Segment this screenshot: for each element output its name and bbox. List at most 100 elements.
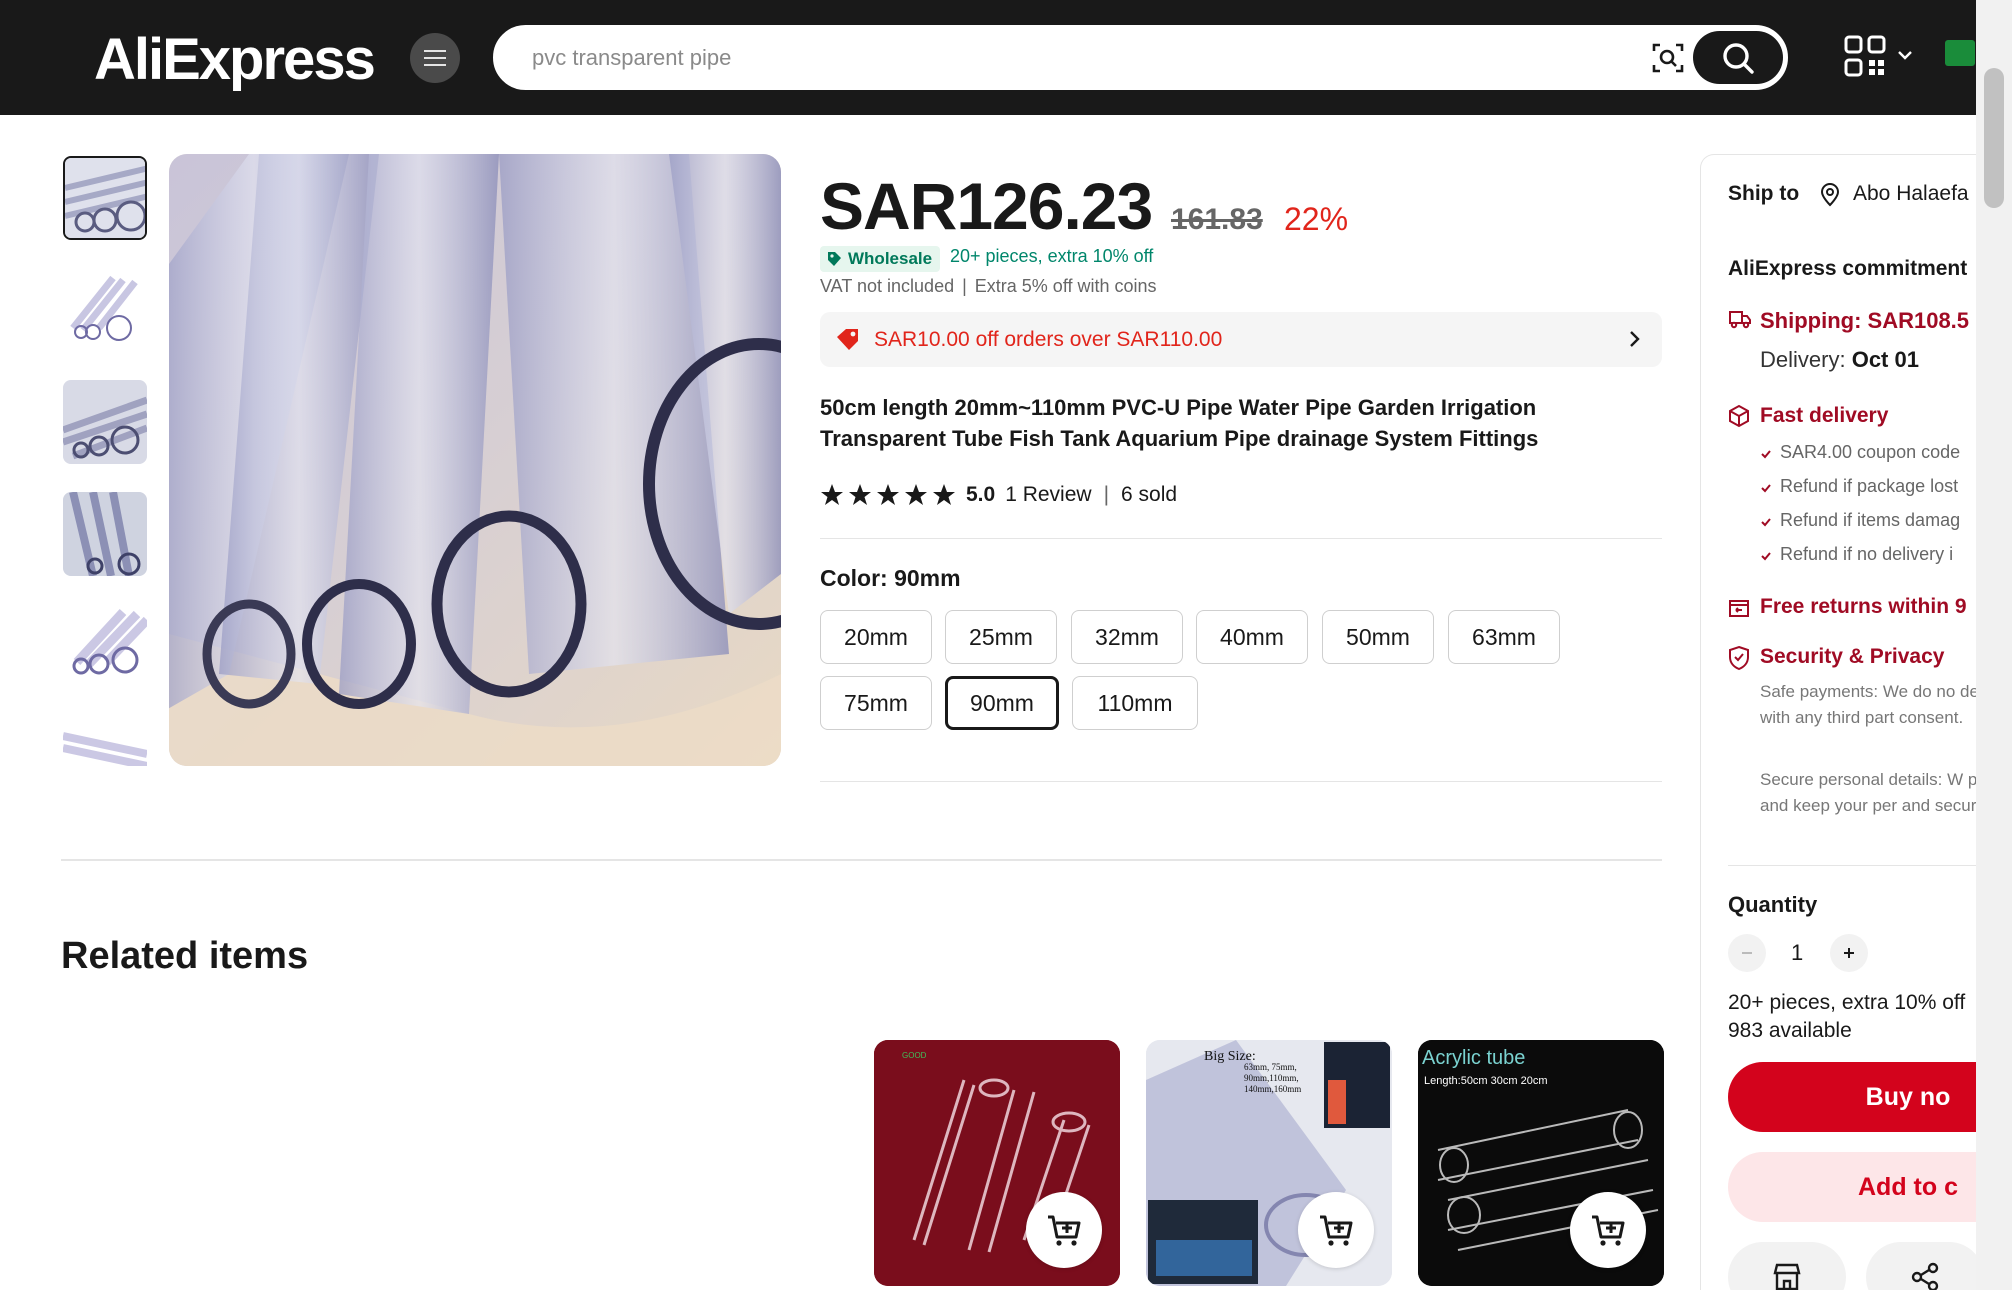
check-icon — [1761, 518, 1771, 527]
search-button[interactable] — [1693, 31, 1783, 84]
current-price: SAR126.23 — [820, 169, 1153, 243]
thumbnail-3[interactable] — [63, 380, 147, 464]
plus-icon — [1844, 948, 1854, 958]
share-icon — [1911, 1262, 1939, 1290]
star-icon — [821, 484, 843, 505]
related-card-1[interactable]: GOOD — [874, 1040, 1120, 1286]
thumbnail-4[interactable] — [63, 492, 147, 576]
sku-option-110mm[interactable]: 110mm — [1072, 676, 1198, 730]
top-header: AliExpress — [0, 0, 2012, 115]
location-pin-icon[interactable] — [1819, 183, 1841, 207]
star-icon — [933, 484, 955, 505]
color-label: Color: 90mm — [820, 565, 961, 591]
rating-row: 5.0 1 Review | 6 sold — [820, 480, 1177, 510]
box-icon — [1729, 404, 1749, 428]
ship-location[interactable]: Abo Halaefa — [1853, 182, 1969, 206]
vat-text: VAT not included — [820, 276, 955, 296]
search-input[interactable] — [532, 28, 1592, 87]
review-count-link[interactable]: 1 Review — [1005, 483, 1091, 507]
free-returns-title[interactable]: Free returns within 9 — [1760, 595, 1967, 619]
divider — [820, 538, 1662, 539]
star-icon — [849, 484, 871, 505]
divider — [820, 781, 1662, 782]
fast-item-text: Refund if items damag — [1780, 510, 1961, 530]
add-to-cart-button[interactable] — [1026, 1192, 1102, 1268]
fast-item-text: Refund if no delivery i — [1780, 544, 1954, 564]
check-icon — [1761, 484, 1771, 493]
delivery-date: Oct 01 — [1851, 347, 1919, 372]
coupon-tag-icon — [837, 329, 858, 350]
fast-item-text: Refund if package lost — [1780, 476, 1959, 496]
sku-option-75mm[interactable]: 75mm — [820, 676, 932, 730]
coins-text: Extra 5% off with coins — [974, 276, 1157, 296]
thumbnail-5[interactable] — [63, 604, 147, 688]
add-to-cart-button[interactable] — [1298, 1192, 1374, 1268]
product-title: 50cm length 20mm~110mm PVC-U Pipe Water … — [820, 395, 1539, 451]
logo-text: AliExpress — [94, 26, 376, 92]
thumbnail-2[interactable] — [63, 268, 147, 352]
card-caption: Acrylic tube — [1422, 1047, 1525, 1069]
sku-option-32mm[interactable]: 32mm — [1071, 610, 1183, 664]
purchase-panel: Ship to Abo Halaefa AliExpress commitmen… — [1700, 154, 2012, 1290]
add-to-cart-button[interactable]: Add to c — [1728, 1152, 2012, 1222]
buy-now-button[interactable]: Buy no — [1728, 1062, 2012, 1132]
wholesale-offer: 20+ pieces, extra 10% off — [950, 246, 1154, 266]
quantity-decrease-button[interactable] — [1728, 934, 1766, 972]
sku-option-40mm[interactable]: 40mm — [1196, 610, 1308, 664]
cart-plus-icon — [1320, 1215, 1353, 1246]
stock-available: 983 available — [1728, 1019, 1852, 1042]
sku-option-90mm[interactable]: 90mm — [945, 676, 1059, 730]
image-search-icon[interactable] — [1651, 41, 1685, 75]
shipping-cost[interactable]: Shipping: SAR108.5 — [1760, 308, 1969, 334]
related-card-3[interactable]: Acrylic tube Length:50cm 30cm 20cm — [1418, 1040, 1664, 1286]
main-product-image[interactable] — [169, 154, 781, 766]
share-button[interactable] — [1866, 1242, 1984, 1290]
add-to-cart-button[interactable] — [1570, 1192, 1646, 1268]
check-icon — [1761, 552, 1771, 561]
thumbnail-strip — [61, 154, 149, 766]
sku-option-20mm[interactable]: 20mm — [820, 610, 932, 664]
store-icon — [1773, 1263, 1801, 1290]
star-rating — [820, 483, 956, 507]
related-card-2[interactable]: Big Size: 63mm, 75mm, 90mm,110mm, 140mm,… — [1146, 1040, 1392, 1286]
page-scrollbar[interactable] — [1976, 0, 2012, 1290]
country-flag-icon[interactable] — [1945, 40, 1975, 66]
menu-button[interactable] — [410, 33, 460, 83]
quantity-increase-button[interactable] — [1830, 934, 1868, 972]
return-box-icon — [1729, 600, 1749, 617]
fast-delivery-title[interactable]: Fast delivery — [1760, 404, 1888, 428]
quantity-value[interactable]: 1 — [1791, 940, 1803, 966]
cart-plus-icon — [1048, 1215, 1081, 1246]
thumbnail-6[interactable] — [63, 716, 147, 766]
aliexpress-logo[interactable]: AliExpress — [94, 24, 376, 94]
search-icon — [1723, 42, 1754, 74]
chevron-down-icon[interactable] — [1895, 45, 1915, 65]
original-price: 161.83 — [1171, 203, 1263, 236]
security-title[interactable]: Security & Privacy — [1760, 645, 1944, 669]
vat-info: VAT not included | Extra 5% off with coins — [820, 276, 1157, 296]
qr-code-icon[interactable] — [1843, 34, 1887, 78]
divider — [1728, 865, 2012, 866]
minus-icon — [1742, 952, 1752, 954]
coupon-bar[interactable]: SAR10.00 off orders over SAR110.00 — [820, 312, 1662, 367]
thumbnail-1[interactable] — [63, 156, 147, 240]
search-bar — [493, 25, 1788, 90]
sold-count: 6 sold — [1121, 483, 1178, 506]
discount-percent: 22% — [1284, 201, 1349, 237]
sku-option-50mm[interactable]: 50mm — [1322, 610, 1434, 664]
truck-icon — [1729, 311, 1751, 329]
fast-item-2: Refund if package lost — [1760, 476, 1958, 497]
scrollbar-thumb[interactable] — [1984, 68, 2004, 208]
divider — [61, 859, 1662, 861]
check-icon — [1761, 450, 1771, 459]
sku-option-63mm[interactable]: 63mm — [1448, 610, 1560, 664]
ship-to-label: Ship to — [1728, 182, 1800, 205]
store-button[interactable] — [1728, 1242, 1846, 1290]
security-details-text: Secure personal details: W privacy and k… — [1760, 770, 2012, 815]
fast-item-text: SAR4.00 coupon code — [1780, 442, 1961, 462]
related-items-heading: Related items — [61, 935, 309, 977]
sku-option-25mm[interactable]: 25mm — [945, 610, 1057, 664]
quantity-label: Quantity — [1728, 892, 1818, 917]
cart-plus-icon — [1592, 1215, 1625, 1246]
security-payments-text: Safe payments: We do no details with any… — [1760, 682, 2010, 727]
